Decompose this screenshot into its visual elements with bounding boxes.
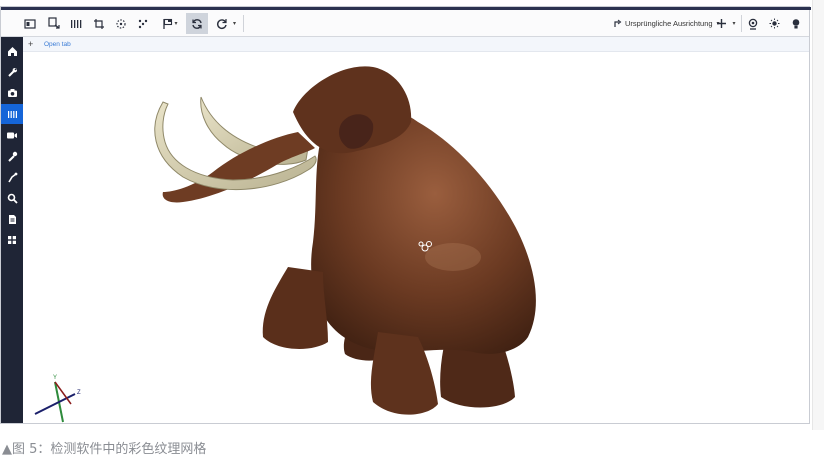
video-camera-icon <box>7 132 17 138</box>
plus-icon <box>717 19 727 28</box>
wrench-icon <box>7 67 17 77</box>
panel-layout-icon <box>24 18 36 29</box>
sidebar-item-grid[interactable] <box>1 230 23 250</box>
probe-icon <box>7 151 17 162</box>
svg-text:Y: Y <box>53 375 57 381</box>
webcam-icon <box>748 18 758 30</box>
import-button[interactable] <box>45 13 63 34</box>
open-tab-link[interactable]: Open tab <box>44 41 71 48</box>
import-icon <box>47 17 60 29</box>
3d-viewport[interactable]: Y Z <box>23 52 809 423</box>
sidebar-item-measure[interactable] <box>1 167 23 187</box>
left-tool-sidebar <box>1 37 23 423</box>
orientation-dropdown[interactable]: Ursprüngliche Ausrichtung ▾ <box>613 13 720 34</box>
sidebar-item-sections[interactable] <box>1 104 23 124</box>
section-lines-icon <box>71 19 82 28</box>
sidebar-item-search[interactable] <box>1 188 23 208</box>
crop-icon <box>94 18 104 29</box>
bulb-icon <box>792 18 800 28</box>
refresh-view-button[interactable] <box>186 13 208 34</box>
sidebar-item-home[interactable] <box>1 41 23 61</box>
light-bulb-button[interactable] <box>788 13 804 34</box>
flag-icon <box>163 18 173 29</box>
toolbar-divider <box>741 15 742 32</box>
point-cloud-button[interactable] <box>134 13 152 34</box>
search-icon <box>7 193 18 204</box>
orientation-arrow-icon <box>614 19 622 27</box>
rotate-icon <box>217 18 227 29</box>
tab-bar: + Open tab <box>23 37 809 52</box>
sun-icon <box>769 18 779 29</box>
sidebar-item-probe[interactable] <box>1 146 23 166</box>
sidebar-item-report[interactable] <box>1 209 23 229</box>
section-lines-icon <box>7 110 17 118</box>
page-scrollbar[interactable] <box>812 0 824 430</box>
rotate-dropdown-button[interactable]: ▾ <box>212 13 240 34</box>
dotted-select-icon <box>116 18 126 29</box>
camera-view-button[interactable] <box>744 13 762 34</box>
refresh-icon <box>192 18 202 29</box>
flag-caret-icon: ▾ <box>174 20 178 27</box>
rotate-caret-icon: ▾ <box>232 20 236 27</box>
sidebar-item-snapshot[interactable] <box>1 83 23 103</box>
document-icon <box>8 214 16 224</box>
add-tab-button[interactable]: + <box>28 39 38 49</box>
grid-icon <box>8 236 16 244</box>
axis-triad-icon: Y Z <box>34 375 81 423</box>
panel-layout-button[interactable] <box>21 13 39 34</box>
lighting-button[interactable] <box>766 13 782 34</box>
sidebar-item-tools[interactable] <box>1 62 23 82</box>
crop-button[interactable] <box>90 13 108 34</box>
svg-text:Z: Z <box>77 390 81 396</box>
add-caret-icon: ▾ <box>732 20 736 27</box>
camera-icon <box>7 89 17 97</box>
home-icon <box>7 46 17 56</box>
inspection-app-window: ▾ ▾ Ursprüngliche Ausrichtung ▾ ▾ <box>0 6 811 424</box>
toolbar-divider <box>243 15 244 32</box>
select-points-button[interactable] <box>112 13 130 34</box>
measure-icon <box>7 172 17 182</box>
flag-dropdown-button[interactable]: ▾ <box>157 13 183 34</box>
sidebar-item-video[interactable] <box>1 125 23 145</box>
point-cloud-icon <box>138 19 148 28</box>
main-toolbar: ▾ ▾ Ursprüngliche Ausrichtung ▾ ▾ <box>1 10 809 37</box>
add-view-button[interactable]: ▾ <box>713 13 739 34</box>
section-button[interactable] <box>67 13 85 34</box>
orientation-label: Ursprüngliche Ausrichtung <box>625 19 713 28</box>
mammoth-textured-mesh: Y Z <box>34 66 536 423</box>
figure-caption: ▲图 5：检测软件中的彩色纹理网格 <box>2 442 207 457</box>
